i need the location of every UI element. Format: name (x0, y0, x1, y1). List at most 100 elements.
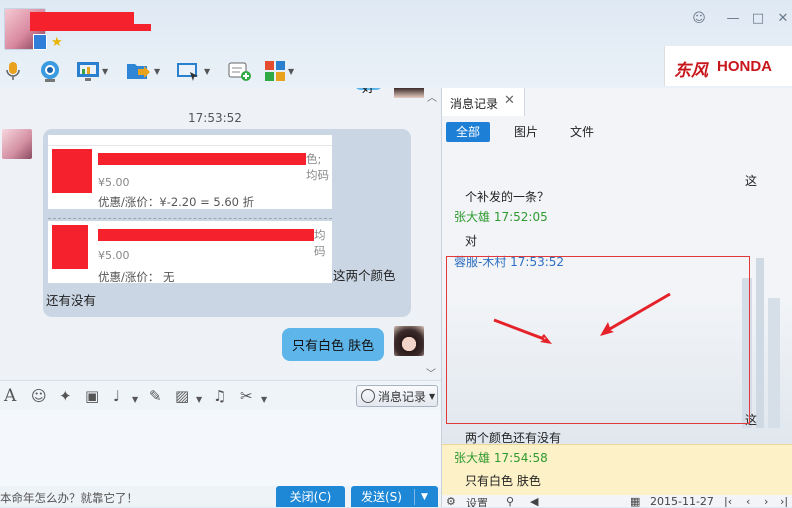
voice-message-icon[interactable]: ♩ (113, 387, 120, 405)
file-transfer-icon (127, 64, 150, 79)
minimize-button[interactable]: — (724, 10, 742, 28)
message-bubble-outgoing: 只有白色 肤色 (282, 328, 385, 361)
brand-logo-cn: 东风 (674, 61, 708, 81)
message-text: 只有白色 肤色 (292, 339, 375, 354)
chevron-down-icon[interactable]: ▼ (421, 486, 428, 508)
history-message: 这 (745, 174, 758, 188)
redacted-contact-name-bar (30, 24, 151, 31)
emoji-icon[interactable]: ☺ (31, 387, 47, 405)
chevron-down-icon: ▼ (154, 66, 161, 76)
redacted-product-image (52, 225, 88, 269)
settings-label[interactable]: 设置 (466, 495, 488, 507)
maximize-button[interactable]: □ (749, 10, 767, 28)
product-price: ¥5.00 (98, 249, 130, 262)
message-input[interactable] (0, 410, 441, 486)
send-button[interactable]: 发送(S) ▼ (351, 486, 438, 507)
filter-all[interactable]: 全部 (446, 122, 491, 142)
message-history-label: 消息记录 (378, 389, 427, 404)
voice-call-button[interactable] (4, 58, 22, 84)
speaker-icon[interactable]: ◀ (530, 495, 538, 507)
remote-assist-button[interactable]: ▼ (176, 58, 210, 84)
device-badge-icon (33, 34, 47, 50)
apps-grid-icon (265, 61, 285, 81)
search-icon[interactable]: ⚲ (506, 495, 514, 507)
chat-toolbar: ▼ ▼ ▼ ▼ (0, 55, 440, 87)
chevron-down-icon: ▼ (288, 66, 295, 76)
contact-avatar-small[interactable] (2, 129, 32, 159)
calendar-icon[interactable]: ▦ (630, 495, 640, 507)
card-separator (48, 218, 332, 219)
message-text: 好 (362, 88, 376, 96)
my-avatar[interactable] (394, 326, 424, 356)
message-text: 这两个颜色 (333, 268, 396, 283)
ad-tip-link[interactable]: 本命年怎么办？就靠它了！ (0, 490, 138, 506)
close-window-button[interactable]: ✕ (774, 10, 792, 28)
font-button[interactable]: A (4, 387, 16, 405)
chevron-down-icon[interactable]: ▼ (261, 391, 267, 409)
close-button[interactable]: 关闭(C) (276, 486, 345, 507)
product-card[interactable]: 均码 ¥5.00 优惠/涨价： 无 (48, 221, 332, 284)
settings-icon[interactable]: ⚙ (446, 495, 456, 507)
message-bubble-incoming: 色;均码 ¥5.00 优惠/涨价：¥-2.20 = 5.60 折 均码 ¥5.0… (43, 129, 411, 317)
filter-files[interactable]: 文件 (560, 122, 604, 142)
music-icon[interactable]: ♫ (213, 387, 226, 405)
send-file-button[interactable]: ▼ (126, 58, 160, 84)
skin-icon[interactable]: ☺ (690, 10, 708, 28)
star-icon: ★ (51, 35, 63, 50)
message-timestamp: 17:53:52 (188, 111, 242, 125)
add-app-button[interactable] (228, 58, 252, 84)
divider (414, 489, 415, 505)
video-call-button[interactable] (38, 58, 62, 84)
my-avatar-partial (394, 88, 424, 98)
redacted-product-title (98, 153, 306, 165)
highlighted-history-entry: 张大雄 17:54:58 只有白色 肤色 (442, 444, 792, 495)
history-sender: 张大雄 17:54:58 (454, 451, 548, 465)
apps-button[interactable]: ▼ (264, 58, 294, 84)
product-title-tail: 均码 (314, 228, 326, 258)
shake-icon[interactable]: ▣ (85, 387, 99, 405)
product-card[interactable]: 色;均码 ¥5.00 优惠/涨价：¥-2.20 = 5.60 折 (48, 135, 332, 209)
close-icon[interactable]: ✕ (504, 93, 515, 108)
history-bottom-bar: ⚙ 设置 ⚲ ◀ ▦ 2015-11-27 |‹ ‹ › ›| (442, 494, 792, 507)
prev-page-icon[interactable]: ‹ (746, 495, 750, 507)
chevron-down-icon[interactable]: ▼ (196, 391, 202, 409)
product-title-tail: 色;均码 (306, 152, 329, 182)
first-page-icon[interactable]: |‹ (724, 495, 732, 507)
history-date[interactable]: 2015-11-27 (650, 495, 714, 507)
brand-ad[interactable]: 东风 HONDA (664, 46, 792, 86)
redacted-product-title (98, 229, 314, 241)
product-discount: 优惠/涨价：¥-2.20 = 5.60 折 (98, 195, 255, 209)
history-sender: 张大雄 17:52:05 (454, 210, 548, 224)
tab-label: 消息记录 (450, 97, 499, 111)
screenshot-scissors-icon[interactable]: ✂ (240, 387, 253, 405)
history-message: 只有白色 肤色 (465, 474, 541, 488)
redacted-product-image (52, 149, 92, 193)
expand-icon[interactable]: ﹀ (426, 365, 436, 380)
product-price: ¥5.00 (98, 176, 130, 189)
camera-icon (41, 61, 59, 82)
screen-share-icon (77, 62, 99, 81)
magic-icon[interactable]: ✦ (59, 387, 72, 405)
chevron-down-icon[interactable]: ▼ (132, 391, 138, 409)
message-bubble-partial: 好 (354, 88, 384, 96)
last-page-icon[interactable]: ›| (780, 495, 788, 507)
history-message: 对 (465, 234, 478, 248)
remote-desktop-icon (177, 63, 198, 81)
chevron-down-icon: ▼ (102, 66, 109, 76)
filter-images[interactable]: 图片 (504, 122, 548, 142)
add-app-icon (228, 62, 251, 81)
clock-icon (361, 389, 375, 403)
product-discount: 优惠/涨价： 无 (98, 270, 175, 284)
next-page-icon[interactable]: › (764, 495, 768, 507)
image-icon[interactable]: ▨ (175, 387, 189, 405)
chevron-down-icon: ▼ (204, 66, 211, 76)
history-message: 个补发的一条？ (465, 190, 550, 204)
message-history-button[interactable]: 消息记录 ▼ (356, 385, 438, 407)
divider (48, 145, 332, 146)
edit-icon[interactable]: ✎ (149, 387, 162, 405)
screen-share-button[interactable]: ▼ (76, 58, 108, 84)
history-panel: 消息记录 ✕ 全部 图片 文件 这 个补发的一条？ 张大雄 17:52:05 对… (442, 88, 792, 507)
tab-message-history[interactable]: 消息记录 ✕ (442, 88, 525, 116)
chat-message-area[interactable]: 好 ︿ 17:53:52 色;均码 ¥5.00 优惠/涨价：¥-2.20 = 5… (0, 88, 441, 380)
collapse-icon[interactable]: ︿ (427, 89, 437, 104)
